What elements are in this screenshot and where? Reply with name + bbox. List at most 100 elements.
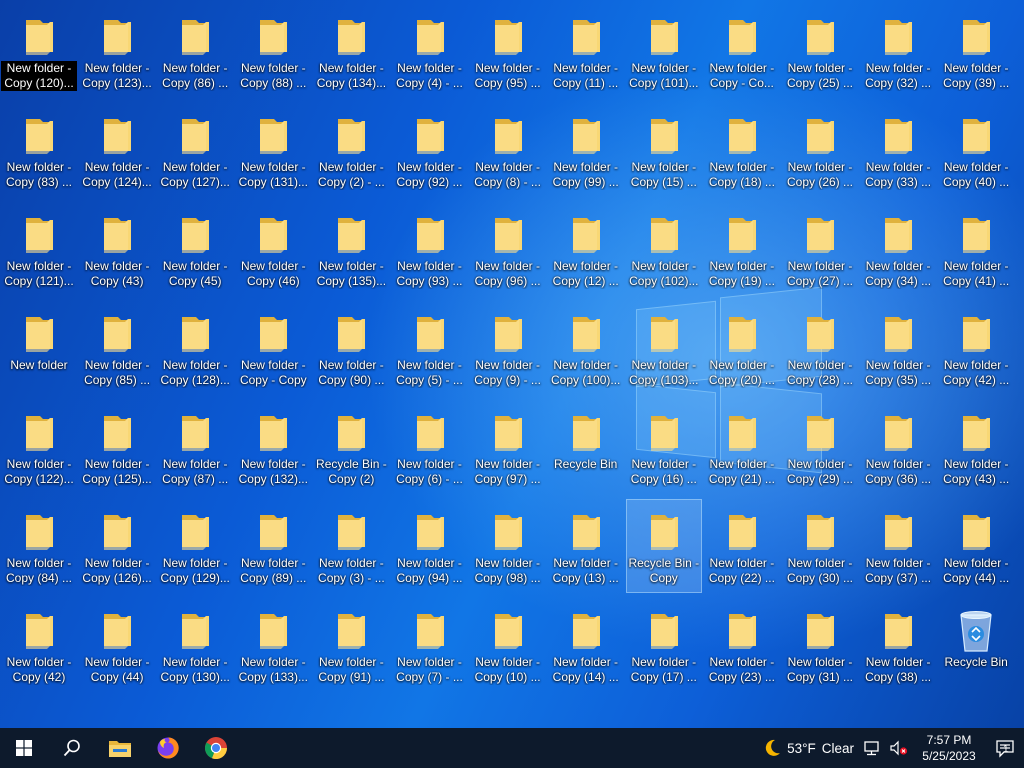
desktop-icon-folder[interactable]: New folder - Copy (11) ... [548, 4, 624, 98]
desktop-icon-folder[interactable]: New folder - Copy (87) ... [157, 400, 233, 494]
desktop-icon-folder[interactable]: New folder - Copy (37) ... [860, 499, 936, 593]
taskbar-firefox[interactable] [144, 728, 192, 768]
desktop-icon-folder[interactable]: New folder - Copy (86) ... [157, 4, 233, 98]
desktop-icon-folder[interactable]: New folder - Copy (98) ... [470, 499, 546, 593]
desktop-icon-folder[interactable]: New folder - Copy (44) ... [938, 499, 1014, 593]
desktop-icon-folder[interactable]: New folder - Copy (85) ... [79, 301, 155, 395]
desktop-icon-folder[interactable]: New folder - Copy (15) ... [626, 103, 702, 197]
desktop-icon-folder[interactable]: New folder - Copy (133)... [235, 598, 311, 692]
desktop-icon-folder[interactable]: New folder - Copy (32) ... [860, 4, 936, 98]
desktop-icon-folder[interactable]: New folder - Copy (38) ... [860, 598, 936, 692]
desktop-icon-folder[interactable]: New folder - Copy (122)... [1, 400, 77, 494]
desktop-icon-folder[interactable]: New folder - Copy (2) - ... [313, 103, 389, 197]
desktop-icon-folder[interactable]: New folder - Copy (44) [79, 598, 155, 692]
desktop-icon-folder[interactable]: New folder - Copy (33) ... [860, 103, 936, 197]
desktop-icon-folder[interactable]: New folder - Copy (89) ... [235, 499, 311, 593]
desktop-icon-folder[interactable]: New folder - Copy (100)... [548, 301, 624, 395]
desktop-icon-folder[interactable]: New folder - Copy (6) - ... [392, 400, 468, 494]
weather-temp[interactable]: 53°F [787, 741, 816, 756]
desktop-icon-folder[interactable]: New folder - Copy (126)... [79, 499, 155, 593]
desktop-icon-folder[interactable]: New folder - Copy (19) ... [704, 202, 780, 296]
desktop-icon-folder[interactable]: New folder - Copy (27) ... [782, 202, 858, 296]
desktop-icon-folder[interactable]: New folder - Copy (131)... [235, 103, 311, 197]
desktop-icon-folder[interactable]: New folder - Copy (103)... [626, 301, 702, 395]
desktop-icon-folder[interactable]: New folder - Copy (83) ... [1, 103, 77, 197]
desktop-icon-folder[interactable]: New folder - Copy (97) ... [470, 400, 546, 494]
desktop-icon-folder[interactable]: New folder - Copy (42) [1, 598, 77, 692]
desktop-icon-folder[interactable]: New folder - Copy (41) ... [938, 202, 1014, 296]
desktop-icon-folder[interactable]: New folder - Copy (40) ... [938, 103, 1014, 197]
desktop-icon-folder[interactable]: New folder - Copy (39) ... [938, 4, 1014, 98]
desktop-icon-folder[interactable]: New folder - Copy (9) - ... [470, 301, 546, 395]
desktop-icon-folder[interactable]: New folder - Copy (20) ... [704, 301, 780, 395]
desktop-icon-folder[interactable]: New folder - Copy (23) ... [704, 598, 780, 692]
desktop-icon-folder[interactable]: New folder - Copy (22) ... [704, 499, 780, 593]
desktop-icon-folder[interactable]: New folder - Copy (12) ... [548, 202, 624, 296]
desktop-icon-folder[interactable]: New folder - Copy (35) ... [860, 301, 936, 395]
desktop-icon-folder[interactable]: Recycle Bin [548, 400, 624, 494]
desktop-icon-folder[interactable]: New folder - Copy (3) - ... [313, 499, 389, 593]
desktop-icon-folder[interactable]: New folder - Copy (10) ... [470, 598, 546, 692]
desktop-icon-folder[interactable]: New folder - Copy (120)... [1, 4, 77, 98]
desktop-icon-folder[interactable]: New folder - Copy (134)... [313, 4, 389, 98]
desktop-icon-folder[interactable]: Recycle Bin - Copy [625, 499, 702, 593]
desktop-icon-folder[interactable]: New folder - Copy - Co... [704, 4, 780, 98]
desktop-icon-folder[interactable]: New folder [1, 301, 77, 395]
desktop-icon-folder[interactable]: New folder - Copy (102)... [626, 202, 702, 296]
taskbar-chrome[interactable] [192, 728, 240, 768]
notification-center-button[interactable]: 1 [986, 728, 1024, 768]
desktop-icon-folder[interactable]: New folder - Copy (26) ... [782, 103, 858, 197]
desktop-icon-folder[interactable]: New folder - Copy (92) ... [392, 103, 468, 197]
desktop-icon-folder[interactable]: New folder - Copy (13) ... [548, 499, 624, 593]
weather-widget[interactable] [757, 728, 787, 768]
desktop-icon-folder[interactable]: New folder - Copy (21) ... [704, 400, 780, 494]
desktop-icon-folder[interactable]: New folder - Copy (25) ... [782, 4, 858, 98]
desktop-icon-folder[interactable]: New folder - Copy - Copy [235, 301, 311, 395]
desktop-icon-folder[interactable]: New folder - Copy (88) ... [235, 4, 311, 98]
desktop-icon-folder[interactable]: New folder - Copy (8) - ... [470, 103, 546, 197]
desktop-icon-folder[interactable]: New folder - Copy (132)... [235, 400, 311, 494]
clock[interactable]: 7:57 PM 5/25/2023 [912, 732, 986, 764]
desktop-icon-folder[interactable]: New folder - Copy (125)... [79, 400, 155, 494]
desktop-icon-folder[interactable]: New folder - Copy (91) ... [313, 598, 389, 692]
desktop-icon-folder[interactable]: Recycle Bin - Copy (2) [313, 400, 389, 494]
search-button[interactable] [48, 728, 96, 768]
desktop-icon-folder[interactable]: New folder - Copy (28) ... [782, 301, 858, 395]
desktop-icon-folder[interactable]: New folder - Copy (123)... [79, 4, 155, 98]
desktop-icon-folder[interactable]: New folder - Copy (93) ... [392, 202, 468, 296]
desktop-icon-folder[interactable]: New folder - Copy (7) - ... [392, 598, 468, 692]
taskbar-file-explorer[interactable] [96, 728, 144, 768]
desktop-icon-folder[interactable]: New folder - Copy (43) [79, 202, 155, 296]
desktop-icon-folder[interactable]: New folder - Copy (99) ... [548, 103, 624, 197]
desktop-icon-folder[interactable]: New folder - Copy (95) ... [470, 4, 546, 98]
desktop-icon-folder[interactable]: New folder - Copy (124)... [79, 103, 155, 197]
desktop-icon-folder[interactable]: New folder - Copy (36) ... [860, 400, 936, 494]
desktop-icon-folder[interactable]: New folder - Copy (121)... [1, 202, 77, 296]
desktop-icon-folder[interactable]: New folder - Copy (5) - ... [392, 301, 468, 395]
desktop-icon-folder[interactable]: New folder - Copy (17) ... [626, 598, 702, 692]
desktop-icon-folder[interactable]: New folder - Copy (84) ... [1, 499, 77, 593]
desktop-icon-folder[interactable]: New folder - Copy (128)... [157, 301, 233, 395]
desktop-icon-folder[interactable]: New folder - Copy (101)... [626, 4, 702, 98]
desktop-icon-folder[interactable]: New folder - Copy (30) ... [782, 499, 858, 593]
desktop-icon-recycle-bin[interactable]: Recycle Bin [938, 598, 1014, 692]
desktop-icon-folder[interactable]: New folder - Copy (16) ... [626, 400, 702, 494]
desktop-icon-folder[interactable]: New folder - Copy (43) ... [938, 400, 1014, 494]
desktop-icon-folder[interactable]: New folder - Copy (90) ... [313, 301, 389, 395]
desktop-icon-folder[interactable]: New folder - Copy (127)... [157, 103, 233, 197]
desktop-icon-folder[interactable]: New folder - Copy (14) ... [548, 598, 624, 692]
start-button[interactable] [0, 728, 48, 768]
network-button[interactable] [860, 728, 886, 768]
desktop-icon-folder[interactable]: New folder - Copy (135)... [313, 202, 389, 296]
desktop-icon-folder[interactable]: New folder - Copy (31) ... [782, 598, 858, 692]
desktop-icon-folder[interactable]: New folder - Copy (18) ... [704, 103, 780, 197]
desktop-icon-folder[interactable]: New folder - Copy (94) ... [392, 499, 468, 593]
desktop[interactable]: New folder - Copy (120)... New folder - C… [0, 0, 1024, 728]
desktop-icon-folder[interactable]: New folder - Copy (45) [157, 202, 233, 296]
desktop-icon-folder[interactable]: New folder - Copy (42) ... [938, 301, 1014, 395]
desktop-icon-folder[interactable]: New folder - Copy (34) ... [860, 202, 936, 296]
desktop-icon-folder[interactable]: New folder - Copy (96) ... [470, 202, 546, 296]
desktop-icon-folder[interactable]: New folder - Copy (4) - ... [392, 4, 468, 98]
weather-desc[interactable]: Clear [822, 741, 854, 756]
volume-button[interactable] [886, 728, 912, 768]
